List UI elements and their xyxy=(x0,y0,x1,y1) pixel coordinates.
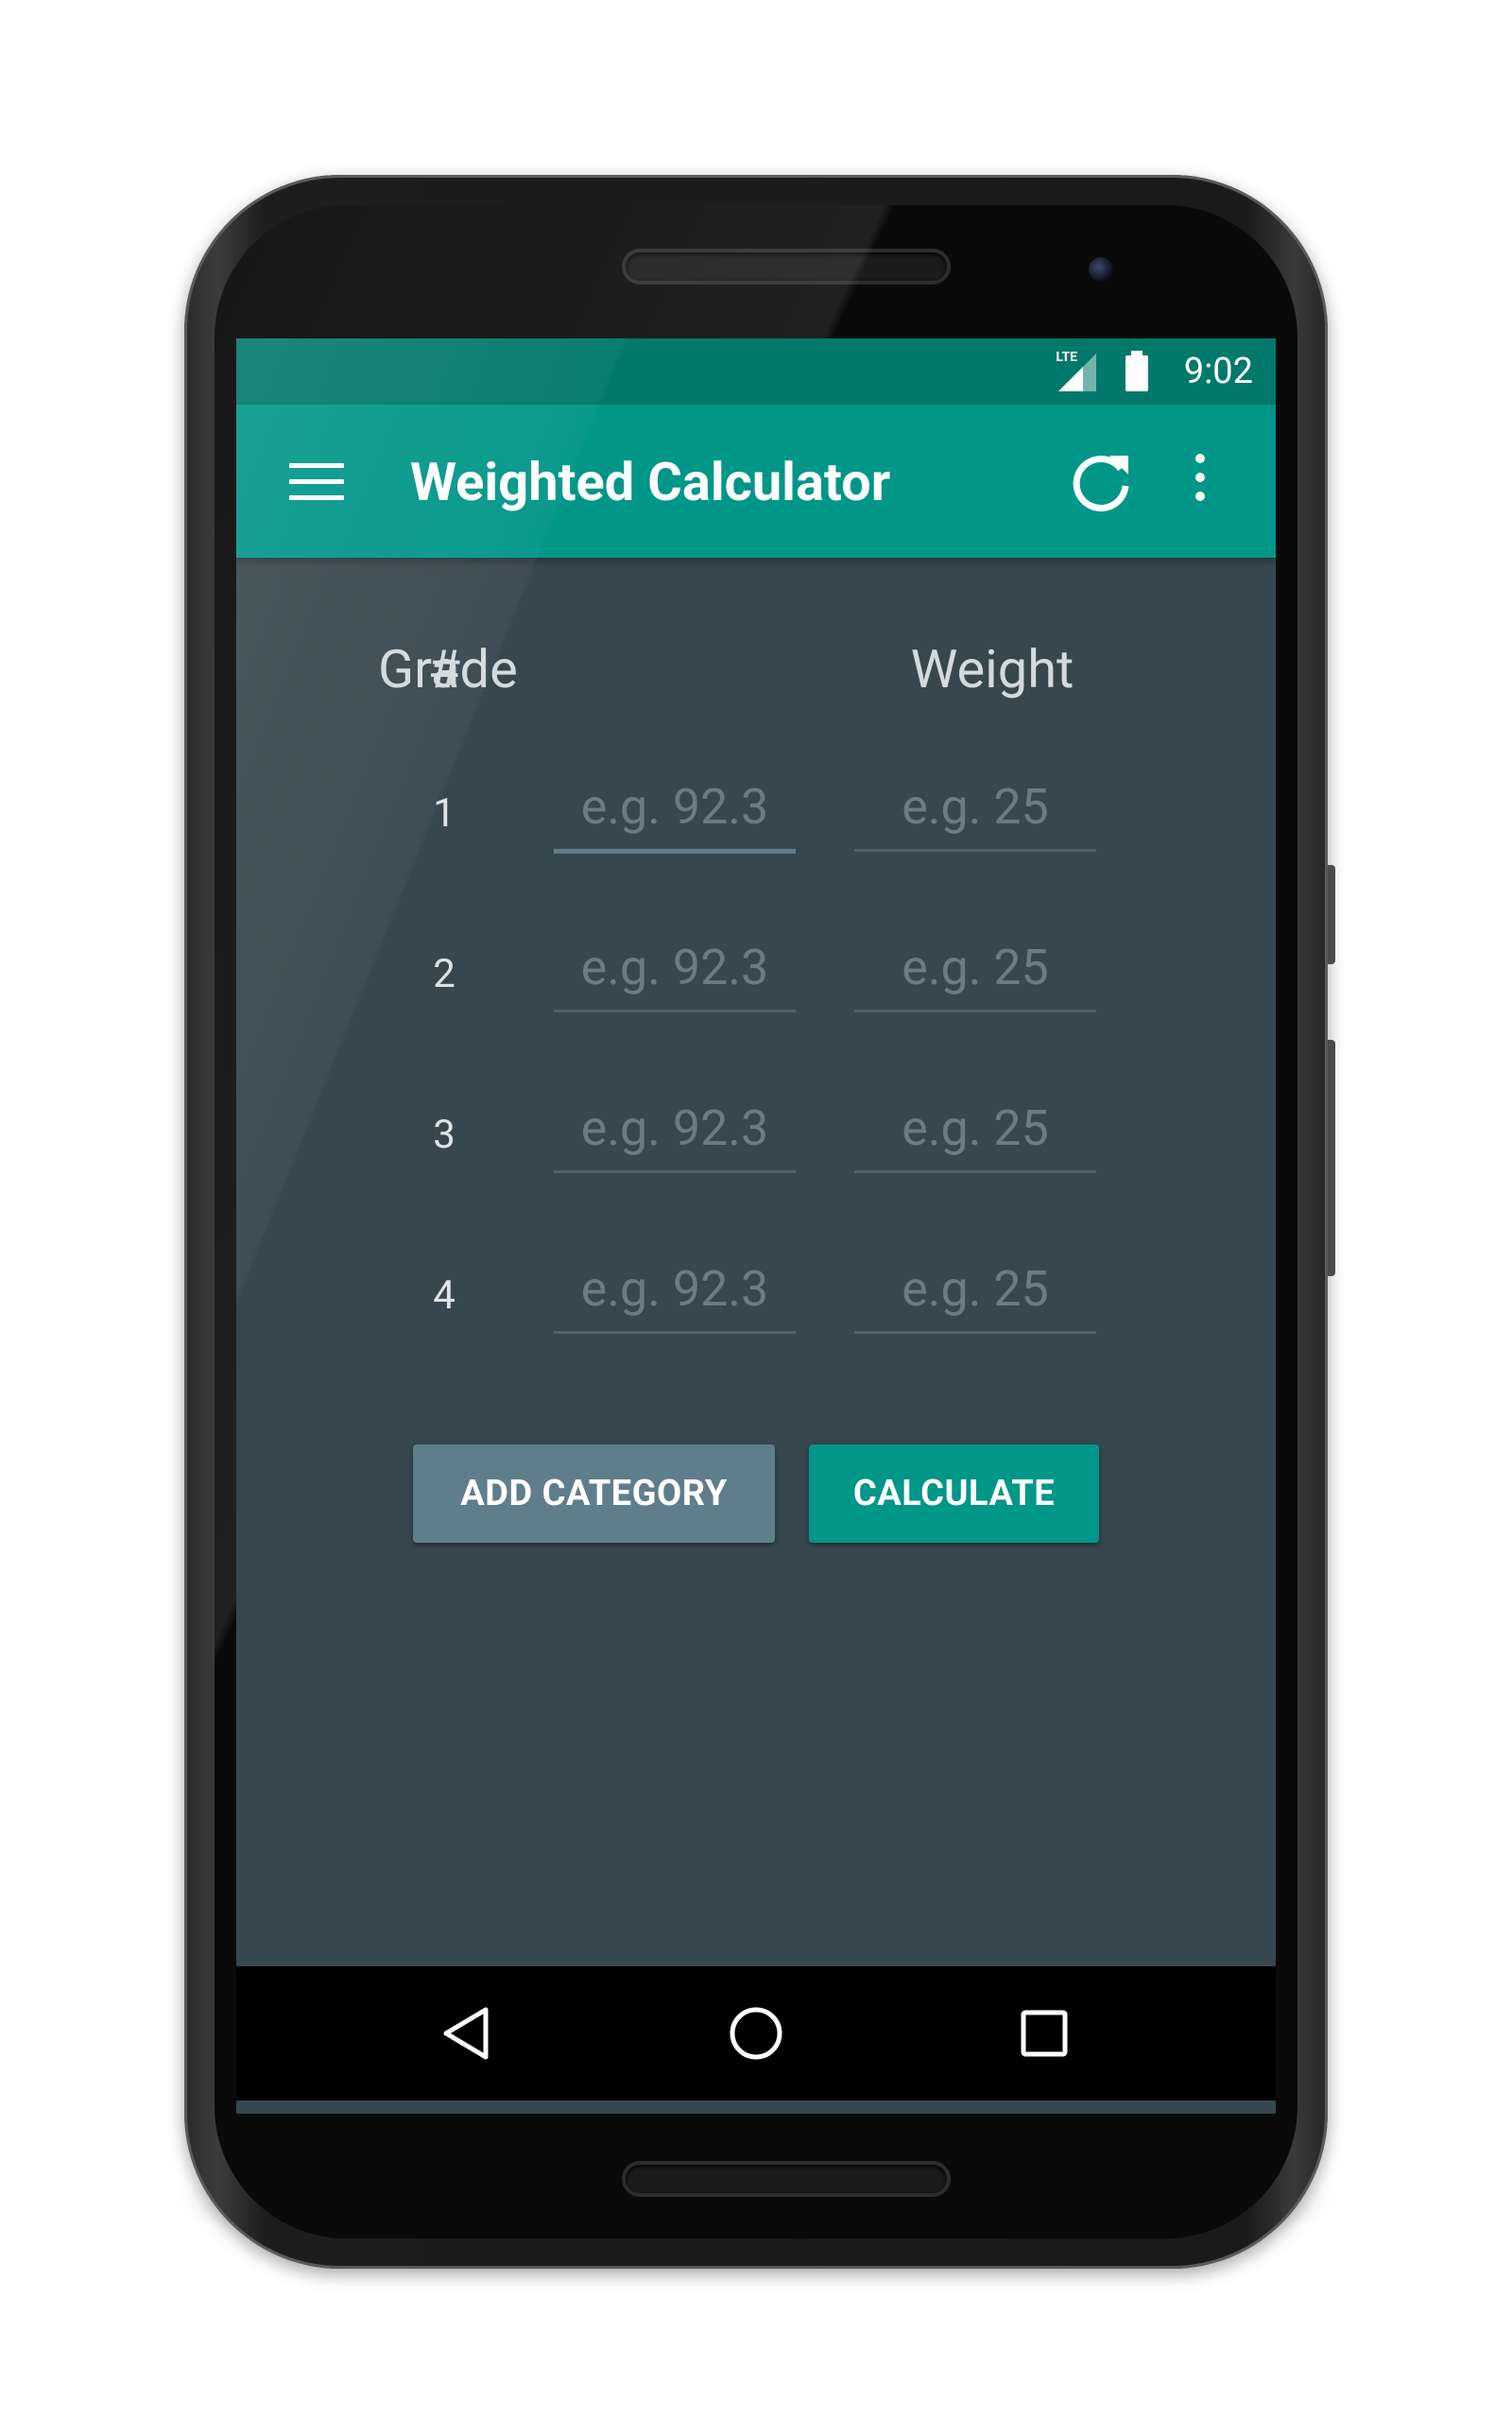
home-circle-icon[interactable] xyxy=(725,2002,787,2065)
more-vert-icon[interactable] xyxy=(1181,454,1219,510)
battery-icon xyxy=(1125,351,1148,391)
grade-input[interactable] xyxy=(554,925,796,1012)
earpiece-speaker xyxy=(626,252,947,281)
status-bar: LTE 9:02 xyxy=(236,338,1276,405)
app-bar: Weighted Calculator xyxy=(236,405,1276,558)
signal-icon xyxy=(1058,354,1096,391)
grade-input[interactable] xyxy=(554,1085,796,1173)
row-number: 4 xyxy=(433,1272,455,1319)
power-button xyxy=(1328,865,1335,964)
grade-input[interactable] xyxy=(554,764,796,854)
app-title: Weighted Calculator xyxy=(410,451,891,513)
add-category-button[interactable]: ADD CATEGORY xyxy=(413,1444,775,1543)
weight-input[interactable] xyxy=(854,1085,1096,1173)
row-number: 3 xyxy=(433,1112,455,1158)
refresh-icon[interactable] xyxy=(1068,448,1134,514)
screen-glare xyxy=(236,338,1276,2114)
back-triangle-icon[interactable] xyxy=(437,2002,499,2065)
bottom-speaker xyxy=(626,2165,947,2193)
app-screen: LTE 9:02 Weighted Calculator # Grade Wei… xyxy=(236,338,1276,2114)
header-weight: Weight xyxy=(910,638,1074,700)
row-number: 2 xyxy=(433,951,455,997)
calculate-button[interactable]: CALCULATE xyxy=(809,1444,1099,1543)
header-grade: Grade xyxy=(378,638,518,700)
recents-square-icon[interactable] xyxy=(1013,2002,1075,2065)
volume-button xyxy=(1328,1040,1335,1276)
row-number: 1 xyxy=(433,790,455,837)
status-time: 9:02 xyxy=(1183,351,1253,392)
weight-input[interactable] xyxy=(854,1246,1096,1334)
weight-input[interactable] xyxy=(854,925,1096,1012)
hamburger-menu-icon[interactable] xyxy=(289,463,344,501)
grade-input[interactable] xyxy=(554,1246,796,1334)
weight-input[interactable] xyxy=(854,764,1096,852)
navigation-bar xyxy=(236,1966,1276,2100)
front-camera xyxy=(1089,257,1113,282)
